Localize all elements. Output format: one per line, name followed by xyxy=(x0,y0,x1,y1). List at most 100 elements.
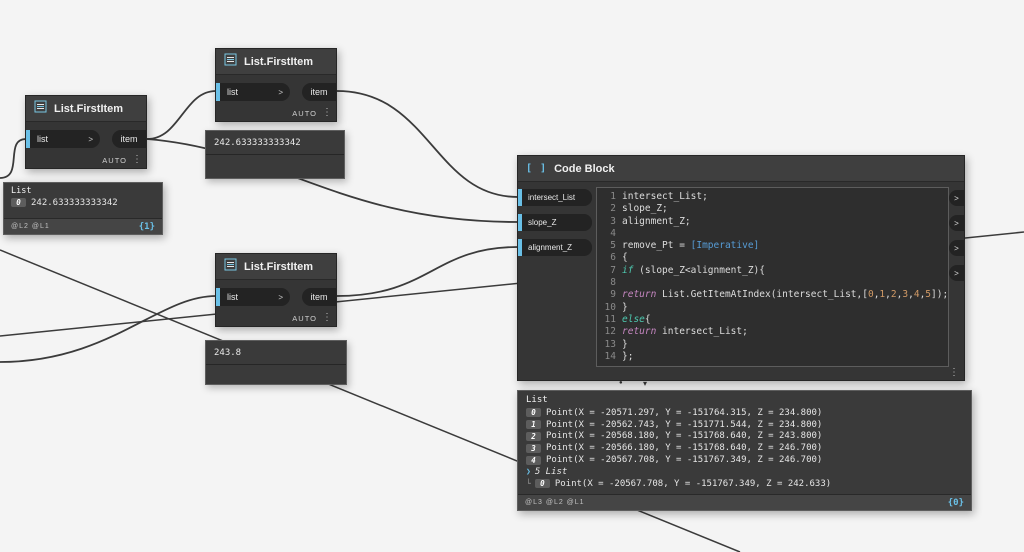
levels-label: @L3 @L2 @L1 xyxy=(525,499,585,506)
input-port-alignment-z[interactable]: alignment_Z xyxy=(522,239,592,256)
preview-footer: @L2 @L1 {1} xyxy=(4,218,162,234)
preview-value: Point(X = -20568.180, Y = -151768.640, Z… xyxy=(546,431,823,442)
preview-header: List xyxy=(526,395,548,405)
result-rows: 0 Point(X = -20571.297, Y = -151764.315, … xyxy=(518,407,971,490)
output-port-4[interactable]: > xyxy=(949,265,964,281)
output-port-2[interactable]: > xyxy=(949,215,964,231)
index-badge: 3 xyxy=(526,443,541,453)
lacing-label: AUTO xyxy=(292,108,317,118)
preview-value: Point(X = -20566.180, Y = -151768.640, Z… xyxy=(546,443,823,454)
code-line: 3 alignment_Z; xyxy=(610,215,691,227)
expander-caret-icon[interactable]: ❯ xyxy=(526,467,531,476)
node-title: List.FirstItem xyxy=(244,55,314,68)
preview-row: 1 Point(X = -20562.743, Y = -151771.544, … xyxy=(526,419,965,431)
input-port-label: list xyxy=(227,87,238,97)
node-header[interactable]: [ ] Code Block xyxy=(518,156,964,182)
preview-value: 243.8 xyxy=(206,341,346,365)
code-line: 14}; xyxy=(604,350,634,362)
input-port-list[interactable]: list > xyxy=(220,83,290,101)
node-body: list > item AUTO ⋮ xyxy=(216,280,336,326)
output-port-item[interactable]: item xyxy=(112,130,146,148)
sublist-label: 5 List xyxy=(534,466,568,477)
index-badge: 0 xyxy=(11,198,26,208)
preview-list-left: List 0 242.633333333342 @L2 @L1 {1} xyxy=(3,182,163,235)
node-body: list > item AUTO ⋮ xyxy=(216,75,336,121)
preview-row: 3 Point(X = -20566.180, Y = -151768.640, … xyxy=(526,442,965,454)
output-caret-icon: > xyxy=(954,218,959,228)
index-badge: 2 xyxy=(526,431,541,441)
output-port-item[interactable]: item xyxy=(302,288,336,306)
input-port-label: list xyxy=(227,292,238,302)
preview-bubble-footer xyxy=(206,365,346,384)
index-badge: 4 xyxy=(526,455,541,465)
preview-row: └ 0 Point(X = -20567.708, Y = -151767.349,… xyxy=(526,478,965,490)
input-port-list[interactable]: list > xyxy=(30,130,100,148)
code-line: 10} xyxy=(604,301,628,313)
code-block-icon: [ ] xyxy=(526,163,548,174)
wire xyxy=(0,295,217,363)
code-line: 1 intersect_List; xyxy=(610,191,708,202)
preview-value: Point(X = -20567.708, Y = -151767.349, Z… xyxy=(554,478,832,489)
preview-bubble-2: 243.8 xyxy=(205,340,347,385)
context-menu-icon[interactable]: ⋮ xyxy=(132,155,142,165)
node-footer: AUTO ⋮ xyxy=(26,152,146,168)
node-title: List.FirstItem xyxy=(244,260,314,273)
node-header[interactable]: List.FirstItem xyxy=(26,96,146,122)
input-port-slope-z[interactable]: slope_Z xyxy=(522,214,592,231)
preview-value: Point(X = -20567.708, Y = -151767.349, Z… xyxy=(546,455,823,466)
list-icon xyxy=(224,258,237,276)
default-value-caret-icon: > xyxy=(278,87,283,97)
context-menu-icon[interactable]: ⋮ xyxy=(949,368,959,378)
levels-label: @L2 @L1 xyxy=(11,223,50,230)
node-header[interactable]: List.FirstItem xyxy=(216,49,336,75)
preview-list-result: List 0 Point(X = -20571.297, Y = -151764.… xyxy=(517,390,972,511)
output-port-label: item xyxy=(310,87,328,97)
preview-value: 242.633333333342 xyxy=(206,131,344,155)
node-list-firstitem-2[interactable]: List.FirstItem list > item AUTO ⋮ xyxy=(215,48,337,122)
wire xyxy=(336,246,519,297)
node-footer: AUTO ⋮ xyxy=(216,310,336,326)
node-header[interactable]: List.FirstItem xyxy=(216,254,336,280)
code-line: 2 slope_Z; xyxy=(610,203,668,215)
input-port-label: alignment_Z xyxy=(528,243,573,252)
preview-value: Point(X = -20562.743, Y = -151771.544, Z… xyxy=(546,419,823,430)
output-port-1[interactable]: > xyxy=(949,190,964,206)
context-menu-icon[interactable]: ⋮ xyxy=(322,108,332,118)
node-list-firstitem-3[interactable]: List.FirstItem list > item AUTO ⋮ xyxy=(215,253,337,327)
code-line: 13} xyxy=(604,338,628,350)
input-port-list[interactable]: list > xyxy=(220,288,290,306)
preview-row: ❯ 5 List xyxy=(526,466,965,478)
code-line: 11 else{ xyxy=(604,313,651,325)
preview-value: Point(X = -20571.297, Y = -151764.315, Z… xyxy=(546,407,823,418)
code-line: 8 xyxy=(610,277,616,289)
code-editor[interactable]: 1 intersect_List; 2 slope_Z; 3 alignment_Z; 4 5… xyxy=(596,187,949,367)
input-port-intersect-list[interactable]: intersect_List xyxy=(522,189,592,206)
output-port-3[interactable]: > xyxy=(949,240,964,256)
node-body: intersect_List slope_Z alignment_Z 1 inte… xyxy=(518,182,964,380)
default-value-caret-icon: > xyxy=(278,292,283,302)
node-body: list > item AUTO ⋮ xyxy=(26,122,146,168)
lacing-label: AUTO xyxy=(292,313,317,323)
output-caret-icon: > xyxy=(954,193,959,203)
preview-row: 4 Point(X = -20567.708, Y = -151767.349, … xyxy=(526,454,965,466)
preview-header: List xyxy=(11,186,32,196)
code-line: 9 return List.GetItemAtIndex(intersect_Li… xyxy=(610,289,949,301)
wire xyxy=(0,138,27,179)
count-badge: {0} xyxy=(947,497,964,508)
code-line: 12 return intersect_List; xyxy=(604,326,748,338)
index-badge: 0 xyxy=(534,479,550,489)
list-icon xyxy=(224,53,237,71)
node-footer: AUTO ⋮ xyxy=(216,105,336,121)
node-code-block[interactable]: [ ] Code Block intersect_List slope_Z al… xyxy=(517,155,965,381)
node-title: Code Block xyxy=(554,162,615,175)
output-port-item[interactable]: item xyxy=(302,83,336,101)
preview-row: 2 Point(X = -20568.180, Y = -151768.640, … xyxy=(526,431,965,443)
preview-toggle-caret-icon[interactable]: ▾ xyxy=(643,379,647,388)
count-badge: {1} xyxy=(138,221,155,232)
node-list-firstitem-1[interactable]: List.FirstItem list > item AUTO ⋮ xyxy=(25,95,147,169)
preview-footer: @L3 @L2 @L1 {0} xyxy=(518,494,971,510)
list-icon xyxy=(34,100,47,118)
output-caret-icon: > xyxy=(954,268,959,278)
preview-toggle-dot-icon[interactable]: ● xyxy=(619,380,623,386)
context-menu-icon[interactable]: ⋮ xyxy=(322,313,332,323)
